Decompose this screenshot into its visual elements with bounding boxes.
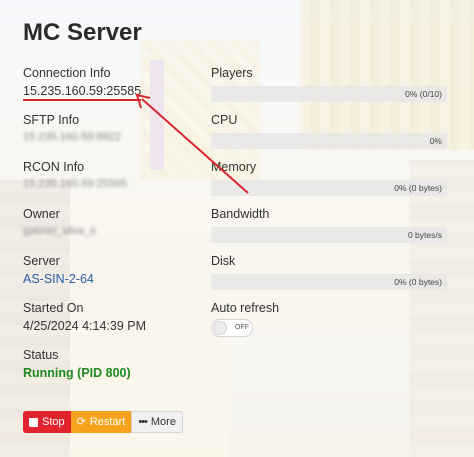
refresh-icon: ⟳ (76, 415, 86, 428)
bandwidth-progress-bar: 0 bytes/s (211, 227, 447, 243)
status-info: Status Running (PID 800) (23, 348, 198, 380)
bandwidth-bar-text: 0 bytes/s (407, 230, 442, 240)
players-bar-text: 0% (0/10) (405, 89, 442, 99)
toggle-knob (213, 321, 227, 335)
auto-refresh: Auto refresh OFF (211, 301, 447, 337)
memory-label: Memory (211, 160, 257, 174)
server-link[interactable]: AS-SIN-2-64 (23, 272, 198, 286)
status-badge: Running (PID 800) (23, 366, 131, 380)
owner-name: gabriel_silva_s (23, 225, 96, 237)
server-info: Server AS-SIN-2-64 (23, 254, 198, 286)
bandwidth-stat: Bandwidth 0 bytes/s (211, 207, 447, 243)
auto-refresh-toggle[interactable]: OFF (211, 319, 253, 337)
started-label: Started On (23, 301, 84, 315)
sftp-info: SFTP Info 15.235.160.59:8822 (23, 113, 198, 143)
disk-stat: Disk 0% (0 bytes) (211, 254, 447, 290)
rcon-info: RCON Info 15.235.160.59:25595 (23, 160, 198, 190)
players-stat: Players 0% (0/10) (211, 66, 447, 102)
rcon-address[interactable]: 15.235.160.59:25595 (23, 178, 198, 190)
sftp-address[interactable]: 15.235.160.59:8822 (23, 131, 198, 143)
connection-info-label: Connection Info (23, 66, 111, 80)
more-button[interactable]: ••• More (131, 411, 183, 433)
restart-button[interactable]: ⟳ Restart (70, 411, 132, 433)
memory-bar-text: 0% (0 bytes) (394, 183, 442, 193)
disk-label: Disk (211, 254, 236, 268)
stop-button[interactable]: Stop (23, 411, 71, 433)
stop-square-icon (29, 417, 38, 427)
players-label: Players (211, 66, 253, 80)
owner-label: Owner (23, 207, 60, 221)
more-label: More (150, 416, 176, 428)
players-progress-bar: 0% (0/10) (211, 86, 447, 102)
memory-stat: Memory 0% (0 bytes) (211, 160, 447, 196)
toggle-state-text: OFF (235, 324, 249, 331)
disk-progress-bar: 0% (0 bytes) (211, 274, 447, 290)
restart-label: Restart (89, 416, 126, 428)
cpu-bar-text: 0% (429, 136, 442, 146)
connection-address[interactable]: 15.235.160.59:25585 (23, 84, 142, 101)
connection-info: Connection Info 15.235.160.59:25585 (23, 66, 198, 101)
rcon-info-label: RCON Info (23, 160, 85, 174)
started-value: 4/25/2024 4:14:39 PM (23, 319, 147, 333)
started-info: Started On 4/25/2024 4:14:39 PM (23, 301, 198, 333)
auto-refresh-label: Auto refresh (211, 301, 280, 315)
status-label: Status (23, 348, 59, 362)
stop-label: Stop (42, 416, 65, 428)
bandwidth-label: Bandwidth (211, 207, 270, 221)
owner-info: Owner gabriel_silva_s (23, 207, 198, 237)
server-label: Server (23, 254, 60, 268)
disk-bar-text: 0% (0 bytes) (394, 277, 442, 287)
server-actions: Stop ⟳ Restart ••• More (23, 411, 183, 433)
page-title: MC Server (23, 19, 142, 46)
memory-progress-bar: 0% (0 bytes) (211, 180, 447, 196)
cpu-progress-bar: 0% (211, 133, 447, 149)
cpu-label: CPU (211, 113, 238, 127)
cpu-stat: CPU 0% (211, 113, 447, 149)
dots-icon: ••• (138, 415, 148, 428)
sftp-info-label: SFTP Info (23, 113, 80, 127)
